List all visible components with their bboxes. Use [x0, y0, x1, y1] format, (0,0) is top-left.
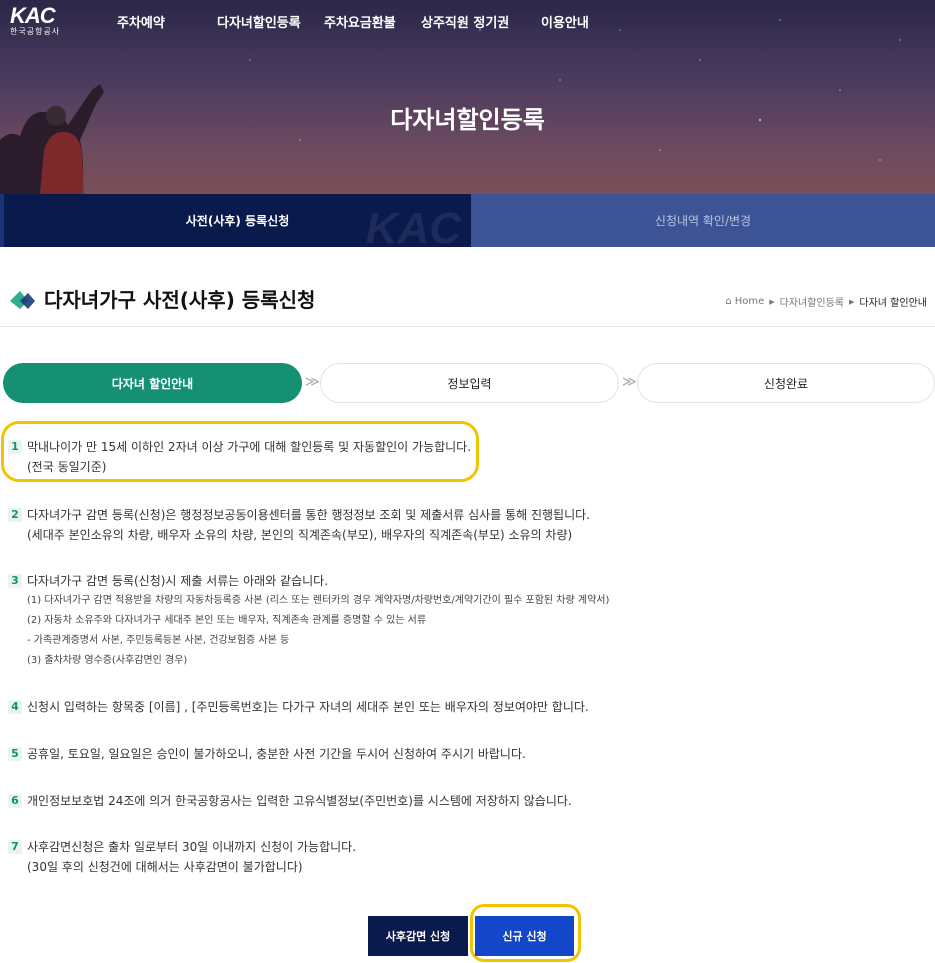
notice-item: 7 사후감면신청은 출차 일로부터 30일 이내까지 신청이 가능합니다. (3…: [8, 837, 356, 877]
nav-parking-refund[interactable]: 주차요금환불: [324, 12, 421, 31]
notice-subitem: (1) 다자녀가구 감면 적용받을 차량의 자동차등록증 사본 (리스 또는 렌…: [27, 595, 610, 606]
tab-history-label: 신청내역 확인/변경: [654, 214, 752, 228]
breadcrumb-level1[interactable]: 다자녀할인등록: [780, 294, 844, 309]
notice-item: 6 개인정보보호법 24조에 의거 한국공항공사는 입력한 고유식별정보(주민번…: [8, 791, 572, 811]
notice-text: 사후감면신청은 출차 일로부터 30일 이내까지 신청이 가능합니다.: [27, 840, 357, 854]
home-icon[interactable]: ⌂: [725, 296, 731, 307]
notice-number: 2: [8, 508, 22, 522]
notice-subitem: - 가족관계증명서 사본, 주민등록등본 사본, 건강보험증 사본 등: [27, 635, 290, 646]
step-indicator: 다자녀 할인안내 ≫ 정보입력 ≫ 신청완료: [3, 363, 935, 403]
breadcrumb-current: 다자녀 할인안내: [859, 298, 927, 309]
notice-item: 2 다자녀가구 감면 등록(신청)은 행정정보공동이용센터를 통한 행정정보 조…: [8, 505, 590, 545]
notice-item: 1 막내나이가 만 15세 이하인 2자녀 이상 가구에 대해 할인등록 및 자…: [8, 437, 471, 477]
notice-text: 막내나이가 만 15세 이하인 2자녀 이상 가구에 대해 할인등록 및 자동할…: [27, 440, 472, 454]
step-discount-guide: 다자녀 할인안내: [3, 363, 302, 403]
notice-text: 신청시 입력하는 항목중 [이름] , [주민등록번호]는 다가구 자녀의 세대…: [27, 700, 589, 714]
notice-item: 5 공휴일, 토요일, 일요일은 승인이 불가하오니, 충분한 사전 기간을 두…: [8, 744, 526, 764]
notice-text: 다자녀가구 감면 등록(신청)은 행정정보공동이용센터를 통한 행정정보 조회 …: [27, 508, 590, 522]
notice-number: 7: [8, 840, 22, 854]
tab-registration[interactable]: KAC 사전(사후) 등록신청: [0, 194, 471, 247]
step-info-input: 정보입력: [320, 363, 619, 403]
logo-mark: KAC: [10, 3, 56, 28]
notice-number: 5: [8, 747, 22, 761]
nav-usage-guide[interactable]: 이용안내: [541, 12, 621, 31]
notice-text: 다자녀가구 감면 등록(신청)시 제출 서류는 아래와 같습니다.: [27, 574, 329, 588]
notice-subtext: (세대주 본인소유의 차량, 배우자 소유의 차량, 본인의 직계존속(부모),…: [27, 528, 573, 542]
hero-banner: KAC 한국공항공사 주차예약 다자녀할인등록 주차요금환불 상주직원 정기권 …: [0, 0, 935, 194]
notice-number: 3: [8, 574, 22, 588]
notice-number: 6: [8, 794, 22, 808]
notice-subtext: (전국 동일기준): [27, 460, 107, 474]
breadcrumb-home[interactable]: Home: [735, 296, 765, 307]
sub-tabs: KAC 사전(사후) 등록신청 신청내역 확인/변경: [0, 194, 935, 247]
hero-title: 다자녀할인등록: [390, 106, 545, 134]
double-chevron-icon: ≫: [622, 374, 637, 390]
kac-logo[interactable]: KAC 한국공항공사: [10, 3, 61, 37]
new-apply-button[interactable]: 신규 신청: [475, 916, 574, 956]
nav-multichild-discount[interactable]: 다자녀할인등록: [217, 12, 324, 31]
notice-subitem: (2) 자동차 소유주와 다자녀가구 세대주 본인 또는 배우자, 직계존속 관…: [27, 615, 427, 626]
breadcrumb-arrow-icon: ▶: [769, 297, 775, 306]
notice-subtext: (30일 후의 신청건에 대해서는 사후감면이 불가합니다): [27, 860, 303, 874]
global-nav: 주차예약 다자녀할인등록 주차요금환불 상주직원 정기권 이용안내: [117, 12, 621, 31]
tab-history[interactable]: 신청내역 확인/변경: [471, 194, 935, 247]
nav-staff-pass[interactable]: 상주직원 정기권: [421, 12, 541, 31]
double-chevron-icon: ≫: [305, 374, 320, 390]
step-complete: 신청완료: [637, 363, 935, 403]
notice-subitem: (3) 출차차량 영수증(사후감면인 경우): [27, 655, 188, 666]
leaf-logo-icon: [10, 290, 35, 309]
post-discount-apply-button[interactable]: 사후감면 신청: [368, 916, 468, 956]
notice-number: 1: [8, 440, 22, 454]
kac-watermark: KAC: [365, 204, 461, 247]
notice-number: 4: [8, 700, 22, 714]
breadcrumb: ⌂ Home ▶ 다자녀할인등록 ▶ 다자녀 할인안내: [725, 294, 927, 309]
tab-registration-label: 사전(사후) 등록신청: [185, 214, 290, 228]
divider: [0, 326, 935, 327]
breadcrumb-arrow-icon: ▶: [849, 297, 855, 306]
page-title: 다자녀가구 사전(사후) 등록신청: [44, 288, 316, 312]
logo-subtext: 한국공항공사: [10, 27, 61, 36]
nav-parking-reservation[interactable]: 주차예약: [117, 12, 217, 31]
notice-item: 3 다자녀가구 감면 등록(신청)시 제출 서류는 아래와 같습니다. (1) …: [8, 571, 609, 671]
notice-item: 4 신청시 입력하는 항목중 [이름] , [주민등록번호]는 다가구 자녀의 …: [8, 697, 589, 717]
notice-text: 공휴일, 토요일, 일요일은 승인이 불가하오니, 충분한 사전 기간을 두시어…: [27, 747, 526, 761]
notice-text: 개인정보보호법 24조에 의거 한국공항공사는 입력한 고유식별정보(주민번호)…: [27, 794, 572, 808]
page-heading: 다자녀가구 사전(사후) 등록신청: [8, 284, 315, 313]
